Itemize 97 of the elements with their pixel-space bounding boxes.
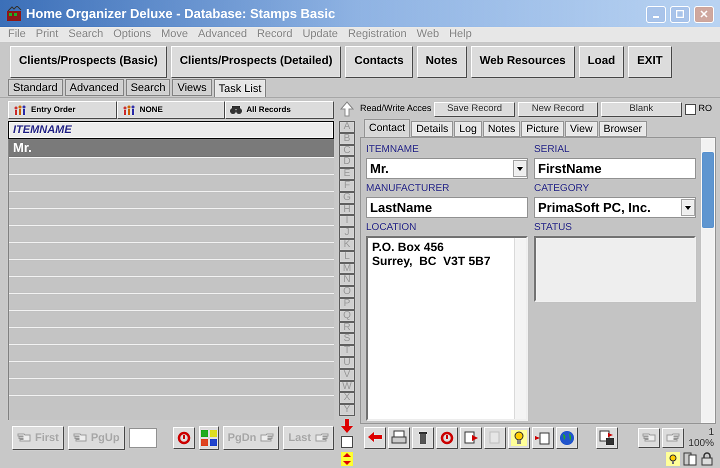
lightbulb-button[interactable]	[508, 427, 530, 449]
memo-field[interactable]	[534, 236, 696, 302]
menu-item[interactable]: Print	[36, 26, 58, 43]
module-button[interactable]: Clients/Prospects (Detailed)	[170, 46, 342, 78]
tab[interactable]: Picture	[521, 121, 564, 137]
resize-arrows-icon[interactable]	[341, 452, 353, 466]
pointing-hand-icon	[260, 433, 274, 443]
menu-item[interactable]: Advanced	[198, 26, 247, 43]
menu-item[interactable]: Record	[256, 26, 292, 43]
lightbulb-icon	[510, 429, 528, 447]
save-document-button[interactable]	[596, 427, 618, 449]
tab[interactable]: Browser	[598, 121, 648, 137]
globe-button[interactable]	[556, 427, 578, 449]
tiles-button[interactable]	[198, 426, 219, 450]
binoculars-icon	[230, 105, 242, 115]
tab[interactable]: Notes	[482, 121, 520, 137]
document-arrow-button[interactable]	[460, 427, 482, 449]
field-label: LOCATION	[366, 222, 418, 234]
record-number-field[interactable]	[128, 428, 157, 448]
checkbox[interactable]	[341, 436, 353, 448]
globe-icon	[558, 429, 576, 447]
scrollbar-thumb[interactable]	[702, 152, 714, 228]
address-line: Surrey, BC V3T 5B7	[372, 254, 492, 268]
record-button[interactable]: New Record	[518, 102, 598, 116]
access-label: Read/Write Acces	[360, 102, 432, 116]
module-button[interactable]: EXIT	[628, 46, 672, 78]
scrollbar[interactable]	[514, 238, 526, 419]
zoom-level: 100%	[688, 438, 714, 449]
tab[interactable]: Views	[172, 79, 212, 96]
module-button[interactable]: Clients/Prospects (Basic)	[10, 46, 167, 78]
memo-field[interactable]: P.O. Box 456 Surrey, BC V3T 5B7	[366, 236, 528, 421]
people-icon	[122, 105, 136, 115]
arrow-up-icon[interactable]	[340, 101, 354, 117]
input-field[interactable]: FirstName	[534, 158, 696, 179]
menu-item[interactable]: Web	[416, 26, 440, 43]
record-count: 1	[708, 427, 714, 438]
document-insert-button[interactable]	[532, 427, 554, 449]
save-document-icon	[598, 429, 616, 447]
menu-item[interactable]: Registration	[348, 26, 407, 43]
menu-item[interactable]: Search	[68, 26, 104, 43]
tab[interactable]: Details	[411, 121, 454, 137]
menu-item[interactable]: Options	[113, 26, 152, 43]
menu-item[interactable]: Help	[449, 26, 472, 43]
list-option-button[interactable]: NONE	[116, 101, 226, 119]
tab[interactable]: Advanced	[64, 79, 124, 96]
lock-icon[interactable]	[700, 452, 714, 466]
field-label: MANUFACTURER	[366, 183, 450, 195]
next-button[interactable]	[662, 428, 684, 448]
address-line: P.O. Box 456	[372, 240, 445, 254]
record-button[interactable]: Blank	[601, 102, 682, 116]
lightbulb-icon[interactable]	[666, 452, 680, 466]
record-button[interactable]: Save Record	[434, 102, 515, 116]
scrollbar[interactable]	[701, 138, 715, 423]
colored-tiles-icon	[200, 429, 218, 447]
field-label: SERIAL	[534, 144, 571, 156]
tab[interactable]: View	[564, 121, 598, 137]
printer-button[interactable]	[388, 427, 410, 449]
document-button[interactable]	[484, 427, 506, 449]
menu-item[interactable]: Move	[161, 26, 188, 43]
pointing-hand-icon	[666, 433, 680, 443]
module-button[interactable]: Contacts	[345, 46, 413, 78]
list-row[interactable]: Mr.	[9, 139, 334, 158]
arrow-left-button[interactable]	[364, 427, 386, 449]
tab[interactable]: Search	[126, 79, 170, 96]
module-button[interactable]: Notes	[416, 46, 467, 78]
pointing-hand-icon	[17, 433, 31, 443]
field-label: CATEGORY	[534, 183, 590, 195]
pointing-hand-icon	[642, 433, 656, 443]
close-icon	[700, 10, 708, 18]
tab[interactable]: Contact	[364, 119, 410, 137]
maximize-icon	[676, 10, 684, 18]
app-icon	[6, 6, 22, 22]
read-only-checkbox[interactable]	[684, 104, 696, 114]
arrow-down-icon[interactable]	[340, 418, 354, 434]
trash-button[interactable]	[412, 427, 434, 449]
people-icon	[13, 105, 27, 115]
dropdown-field[interactable]: Mr.	[366, 158, 528, 179]
field-label: STATUS	[534, 222, 573, 234]
field-label: ITEMNAME	[366, 144, 420, 156]
list-option-button[interactable]: Entry Order	[8, 101, 117, 119]
read-only-label: RO	[698, 102, 713, 116]
list-option-button[interactable]: All Records	[225, 101, 334, 119]
dropdown-field[interactable]: PrimaSoft PC, Inc.	[534, 197, 696, 218]
module-button[interactable]: Web Resources	[470, 46, 575, 78]
tab[interactable]: Log	[454, 121, 482, 137]
module-button[interactable]: Load	[578, 46, 624, 78]
previous-button[interactable]	[638, 428, 660, 448]
pointing-hand-icon	[315, 433, 329, 443]
input-field[interactable]: LastName	[366, 197, 528, 218]
menu-item[interactable]: Update	[302, 26, 338, 43]
column-header[interactable]: ITEMNAME	[8, 121, 334, 139]
tab[interactable]: Task List	[214, 79, 266, 98]
pointing-hand-icon	[72, 433, 87, 443]
documents-icon[interactable]	[683, 452, 697, 466]
menu-item[interactable]: File	[8, 26, 26, 43]
window-title: Home Organizer Deluxe - Database: Stamps Basic	[26, 5, 336, 24]
tab[interactable]: Standard	[8, 79, 63, 96]
